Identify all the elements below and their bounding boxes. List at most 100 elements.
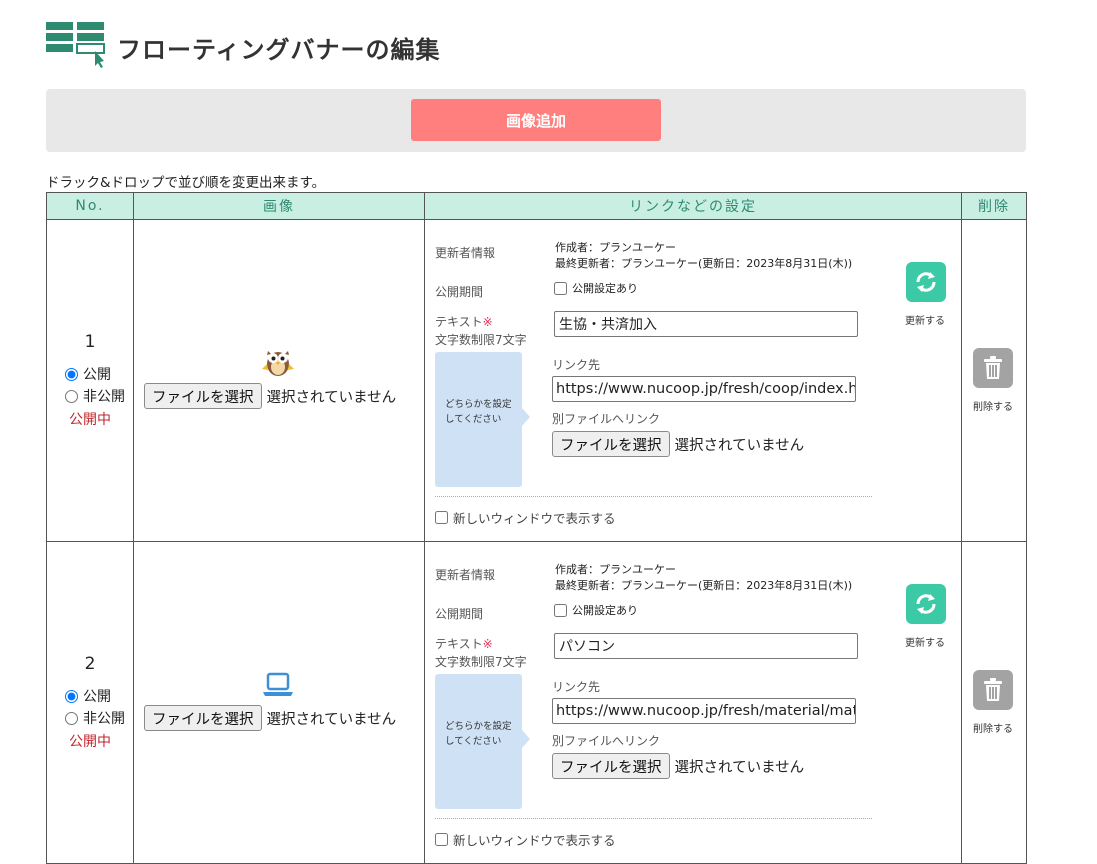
- link-file-status: 選択されていません: [674, 437, 805, 454]
- new-window-checkbox[interactable]: [435, 833, 448, 846]
- private-radio-option[interactable]: 非公開: [65, 386, 125, 406]
- required-mark: ※: [482, 637, 493, 651]
- period-label: 公開期間: [435, 607, 484, 621]
- period-label: 公開期間: [435, 285, 484, 299]
- delete-cell: 削除する: [961, 219, 1027, 542]
- file-link-label: 別ファイルへリンク: [552, 734, 661, 748]
- text-input[interactable]: パソコン: [554, 633, 858, 659]
- link-to-label: リンク先: [552, 358, 601, 372]
- header-link-settings: リンクなどの設定: [424, 192, 962, 220]
- divider: [435, 496, 872, 497]
- link-file-picker: ファイルを選択 選択されていません: [552, 753, 804, 779]
- trash-icon: [984, 356, 1002, 379]
- no-cell: 1 公開 非公開 公開中: [46, 219, 134, 542]
- delete-label: 削除する: [973, 402, 1013, 413]
- public-radio[interactable]: [65, 689, 78, 703]
- file-link-label: 別ファイルへリンク: [552, 412, 661, 426]
- required-mark: ※: [482, 315, 493, 329]
- period-checkbox[interactable]: [554, 603, 567, 617]
- last-updater-text: 最終更新者：プランユーケー(更新日：2023年8月31日(木)): [555, 579, 853, 592]
- text-limit-label: 文字数制限7文字: [435, 655, 527, 669]
- update-button[interactable]: [906, 262, 946, 302]
- row-number: 2: [84, 654, 96, 674]
- header-delete: 削除: [961, 192, 1027, 220]
- delete-cell: 削除する: [961, 541, 1027, 864]
- private-radio[interactable]: [65, 711, 78, 725]
- refresh-icon: [916, 272, 936, 292]
- url-input[interactable]: https://www.nucoop.jp/fresh/coop/index.h…: [552, 376, 856, 402]
- url-input[interactable]: https://www.nucoop.jp/fresh/material/mat…: [552, 698, 856, 724]
- new-window-checkbox[interactable]: [435, 511, 448, 524]
- text-input[interactable]: 生協・共済加入: [554, 311, 858, 337]
- table-row[interactable]: 2 公開 非公開 公開中 ファイルを選択 選択されていません 更新者情報 作成者…: [46, 541, 1027, 864]
- add-panel: 画像追加: [46, 89, 1026, 152]
- header-image: 画像: [133, 192, 425, 220]
- table-header-row: No. 画像 リンクなどの設定 削除: [46, 192, 1027, 220]
- refresh-icon: [916, 594, 936, 614]
- creator-text: 作成者：プランユーケー: [555, 241, 676, 254]
- banner-list-icon: [46, 22, 105, 68]
- link-file-status: 選択されていません: [674, 759, 805, 776]
- link-file-picker: ファイルを選択 選択されていません: [552, 431, 804, 457]
- update-label: 更新する: [905, 638, 945, 649]
- updater-info-label: 更新者情報: [435, 246, 496, 260]
- image-file-picker: ファイルを選択 選択されていません: [144, 383, 396, 409]
- public-radio[interactable]: [65, 367, 78, 381]
- private-radio[interactable]: [65, 389, 78, 403]
- image-cell: ファイルを選択 選択されていません: [133, 219, 425, 542]
- period-checkbox-label: 公開設定あり: [572, 604, 638, 617]
- public-radio-option[interactable]: 公開: [65, 364, 111, 384]
- image-file-button[interactable]: ファイルを選択: [144, 383, 262, 409]
- link-settings-cell: 更新者情報 作成者：プランユーケー 最終更新者：プランユーケー(更新日：2023…: [424, 219, 962, 542]
- updater-info-label: 更新者情報: [435, 568, 496, 582]
- image-file-status: 選択されていません: [266, 711, 397, 728]
- link-settings-cell: 更新者情報 作成者：プランユーケー 最終更新者：プランユーケー(更新日：2023…: [424, 541, 962, 864]
- image-file-status: 選択されていません: [266, 389, 397, 406]
- banner-table: No. 画像 リンクなどの設定 削除 1 公開 非公開 公開中 ファイルを選択 …: [46, 192, 1027, 864]
- image-file-button[interactable]: ファイルを選択: [144, 705, 262, 731]
- text-label: テキスト※: [435, 315, 493, 329]
- new-window-option[interactable]: 新しいウィンドウで表示する: [435, 830, 616, 849]
- image-cell: ファイルを選択 選択されていません: [133, 541, 425, 864]
- public-label: 公開: [83, 689, 111, 705]
- last-updater-text: 最終更新者：プランユーケー(更新日：2023年8月31日(木)): [555, 257, 853, 270]
- delete-label: 削除する: [973, 724, 1013, 735]
- owl-icon: [262, 351, 294, 376]
- link-file-button[interactable]: ファイルを選択: [552, 753, 670, 779]
- new-window-label: 新しいウィンドウで表示する: [453, 833, 616, 848]
- trash-icon: [984, 678, 1002, 701]
- page-title: フローティングバナーの編集: [117, 36, 441, 64]
- table-row[interactable]: 1 公開 非公開 公開中 ファイルを選択 選択されていません 更新者情報 作成者…: [46, 219, 1027, 542]
- page-header: フローティングバナーの編集: [46, 22, 646, 68]
- update-label: 更新する: [905, 316, 945, 327]
- private-label: 非公開: [83, 711, 125, 727]
- period-checkbox[interactable]: [554, 281, 567, 295]
- laptop-icon: [263, 672, 293, 696]
- public-radio-option[interactable]: 公開: [65, 686, 111, 706]
- period-checkbox-option[interactable]: 公開設定あり: [554, 280, 638, 296]
- link-file-button[interactable]: ファイルを選択: [552, 431, 670, 457]
- status-text: 公開中: [69, 412, 111, 428]
- delete-button[interactable]: [973, 348, 1013, 388]
- period-checkbox-option[interactable]: 公開設定あり: [554, 602, 638, 618]
- private-radio-option[interactable]: 非公開: [65, 708, 125, 728]
- creator-text: 作成者：プランユーケー: [555, 563, 676, 576]
- new-window-option[interactable]: 新しいウィンドウで表示する: [435, 508, 616, 527]
- add-image-button[interactable]: 画像追加: [411, 99, 661, 141]
- either-note: どちらかを設定してください: [435, 352, 530, 487]
- image-file-picker: ファイルを選択 選択されていません: [144, 705, 396, 731]
- text-label: テキスト※: [435, 637, 493, 651]
- link-to-label: リンク先: [552, 680, 601, 694]
- private-label: 非公開: [83, 389, 125, 405]
- divider: [435, 818, 872, 819]
- public-label: 公開: [83, 367, 111, 383]
- drag-hint: ドラック&ドロップで並び順を変更出来ます。: [46, 175, 326, 191]
- no-cell: 2 公開 非公開 公開中: [46, 541, 134, 864]
- period-checkbox-label: 公開設定あり: [572, 282, 638, 295]
- delete-button[interactable]: [973, 670, 1013, 710]
- text-limit-label: 文字数制限7文字: [435, 333, 527, 347]
- new-window-label: 新しいウィンドウで表示する: [453, 511, 616, 526]
- either-note: どちらかを設定してください: [435, 674, 530, 809]
- update-button[interactable]: [906, 584, 946, 624]
- status-text: 公開中: [69, 734, 111, 750]
